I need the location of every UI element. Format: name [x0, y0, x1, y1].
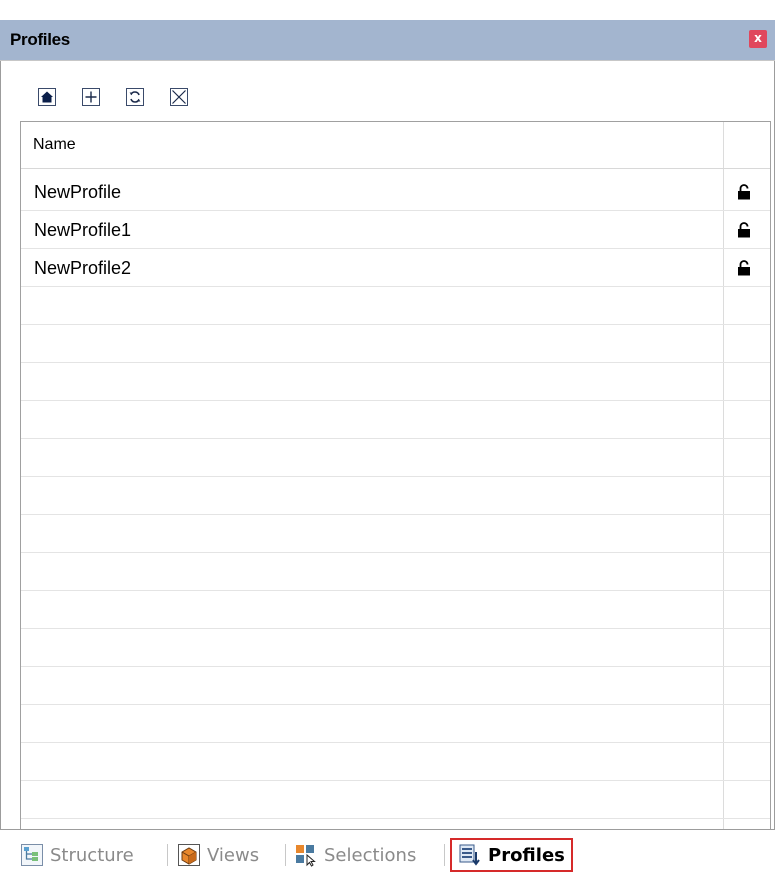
delete-button[interactable]	[170, 88, 188, 106]
table-row	[21, 705, 770, 743]
home-button[interactable]	[38, 88, 56, 106]
profile-name: NewProfile1	[34, 220, 132, 240]
views-icon	[178, 844, 200, 866]
tab-profiles[interactable]: Profiles	[450, 838, 573, 872]
table-row	[21, 515, 770, 553]
table-row	[21, 629, 770, 667]
close-button[interactable]: x	[749, 30, 767, 48]
profile-name: NewProfile2	[34, 258, 132, 278]
panel-titlebar: Profiles x	[0, 20, 775, 61]
column-header-name[interactable]: Name	[33, 136, 76, 154]
table-row	[21, 477, 770, 515]
tab-separator	[167, 844, 168, 866]
table-row	[21, 591, 770, 629]
tab-strip: Structure Views Selections Profiles	[0, 829, 775, 880]
profiles-grid: Name NewProfile NewProfile1 NewProfile2	[20, 121, 771, 831]
tab-profiles-label: Profiles	[488, 844, 565, 866]
tab-structure-label: Structure	[50, 844, 134, 866]
tab-selections[interactable]: Selections	[294, 838, 416, 872]
refresh-icon	[126, 88, 144, 106]
table-row[interactable]: NewProfile1	[21, 211, 770, 249]
plus-icon	[82, 88, 100, 106]
delete-icon	[170, 88, 188, 106]
table-row[interactable]: NewProfile2	[21, 249, 770, 287]
table-row	[21, 781, 770, 819]
table-row	[21, 439, 770, 477]
grid-header[interactable]: Name	[21, 122, 770, 169]
tab-separator	[285, 844, 286, 866]
table-row	[21, 667, 770, 705]
selections-icon	[296, 845, 316, 867]
table-row	[21, 743, 770, 781]
profiles-icon	[459, 844, 480, 866]
refresh-button[interactable]	[126, 88, 144, 106]
table-row	[21, 287, 770, 325]
toolbar	[1, 61, 774, 121]
panel-title: Profiles	[10, 30, 70, 49]
add-profile-button[interactable]	[82, 88, 100, 106]
table-row	[21, 325, 770, 363]
panel-body: Name NewProfile NewProfile1 NewProfile2	[0, 61, 775, 831]
table-row[interactable]: NewProfile	[21, 173, 770, 211]
tab-views-label: Views	[207, 844, 260, 866]
table-row	[21, 401, 770, 439]
tab-selections-label: Selections	[324, 844, 417, 866]
table-row	[21, 553, 770, 591]
profiles-panel: Profiles x Name NewProfile NewProfile1 N…	[0, 0, 775, 880]
unlocked-icon[interactable]	[737, 222, 751, 238]
unlocked-icon[interactable]	[737, 184, 751, 200]
tab-structure[interactable]: Structure	[20, 838, 134, 872]
tab-separator	[444, 844, 445, 866]
home-icon	[38, 88, 56, 106]
table-row	[21, 363, 770, 401]
unlocked-icon[interactable]	[737, 260, 751, 276]
structure-icon	[21, 844, 43, 866]
tab-views[interactable]: Views	[177, 838, 259, 872]
profile-name: NewProfile	[34, 182, 122, 202]
